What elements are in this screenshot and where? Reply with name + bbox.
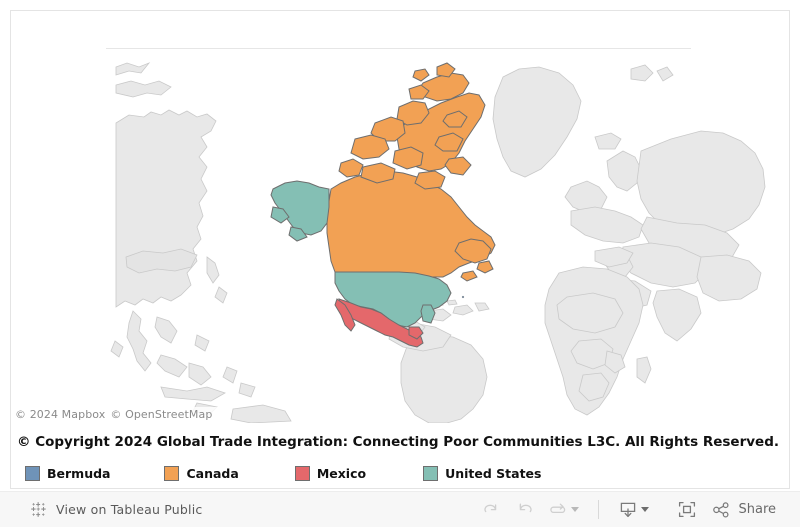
legend-label-mexico: Mexico: [316, 465, 367, 481]
toolbar-divider: [598, 500, 600, 519]
fullscreen-button[interactable]: [670, 496, 704, 524]
openstreetmap-attribution-text[interactable]: © OpenStreetMap: [110, 408, 212, 421]
share-label: Share: [738, 502, 776, 517]
reset-dropdown-caret[interactable]: [571, 507, 580, 512]
redo-button[interactable]: [508, 496, 541, 524]
reset-button[interactable]: [541, 496, 586, 524]
legend-swatch-canada: [164, 465, 180, 481]
viz-toolbar: View on Tableau Public Share: [0, 491, 800, 527]
legend-label-united-states: United States: [445, 465, 542, 481]
legend-label-bermuda: Bermuda: [47, 465, 111, 481]
country-bermuda[interactable]: [461, 295, 465, 299]
legend-item-united-states[interactable]: United States: [423, 464, 541, 482]
map-attribution: © 2024 Mapbox © OpenStreetMap: [11, 407, 219, 423]
world-map[interactable]: [11, 11, 789, 423]
undo-icon: [482, 501, 501, 518]
mapbox-attribution-text[interactable]: © 2024 Mapbox: [15, 408, 105, 421]
map-canvas[interactable]: © 2024 Mapbox © OpenStreetMap: [11, 11, 789, 423]
tableau-logo-icon: [30, 501, 47, 518]
legend-label-canada: Canada: [186, 465, 239, 481]
undo-button[interactable]: [475, 496, 508, 524]
toolbar-actions: Share: [475, 496, 782, 524]
legend-swatch-mexico: [294, 465, 310, 481]
reset-icon: [548, 501, 568, 518]
map-top-divider: [106, 48, 691, 49]
share-icon: [712, 501, 731, 519]
legend-item-canada[interactable]: Canada: [164, 464, 239, 482]
tableau-viz-container: © 2024 Mapbox © OpenStreetMap © Copyright…: [10, 10, 790, 489]
legend-swatch-bermuda: [25, 465, 40, 481]
legend-swatch-united-states: [423, 465, 439, 481]
download-dropdown-caret[interactable]: [641, 507, 650, 512]
download-icon: [618, 500, 638, 519]
view-on-tableau-public-label: View on Tableau Public: [56, 502, 203, 517]
legend-item-mexico[interactable]: Mexico: [294, 464, 367, 482]
fullscreen-icon: [677, 500, 697, 519]
legend-item-bermuda[interactable]: Bermuda: [25, 464, 110, 482]
map-legend: Bermuda Canada Mexico United States: [11, 457, 789, 488]
view-on-tableau-public-link[interactable]: View on Tableau Public: [30, 501, 202, 518]
download-button[interactable]: [611, 496, 656, 524]
redo-icon: [515, 501, 534, 518]
copyright-caption: © Copyright 2024 Global Trade Integratio…: [17, 434, 779, 450]
share-button[interactable]: Share: [704, 501, 782, 519]
